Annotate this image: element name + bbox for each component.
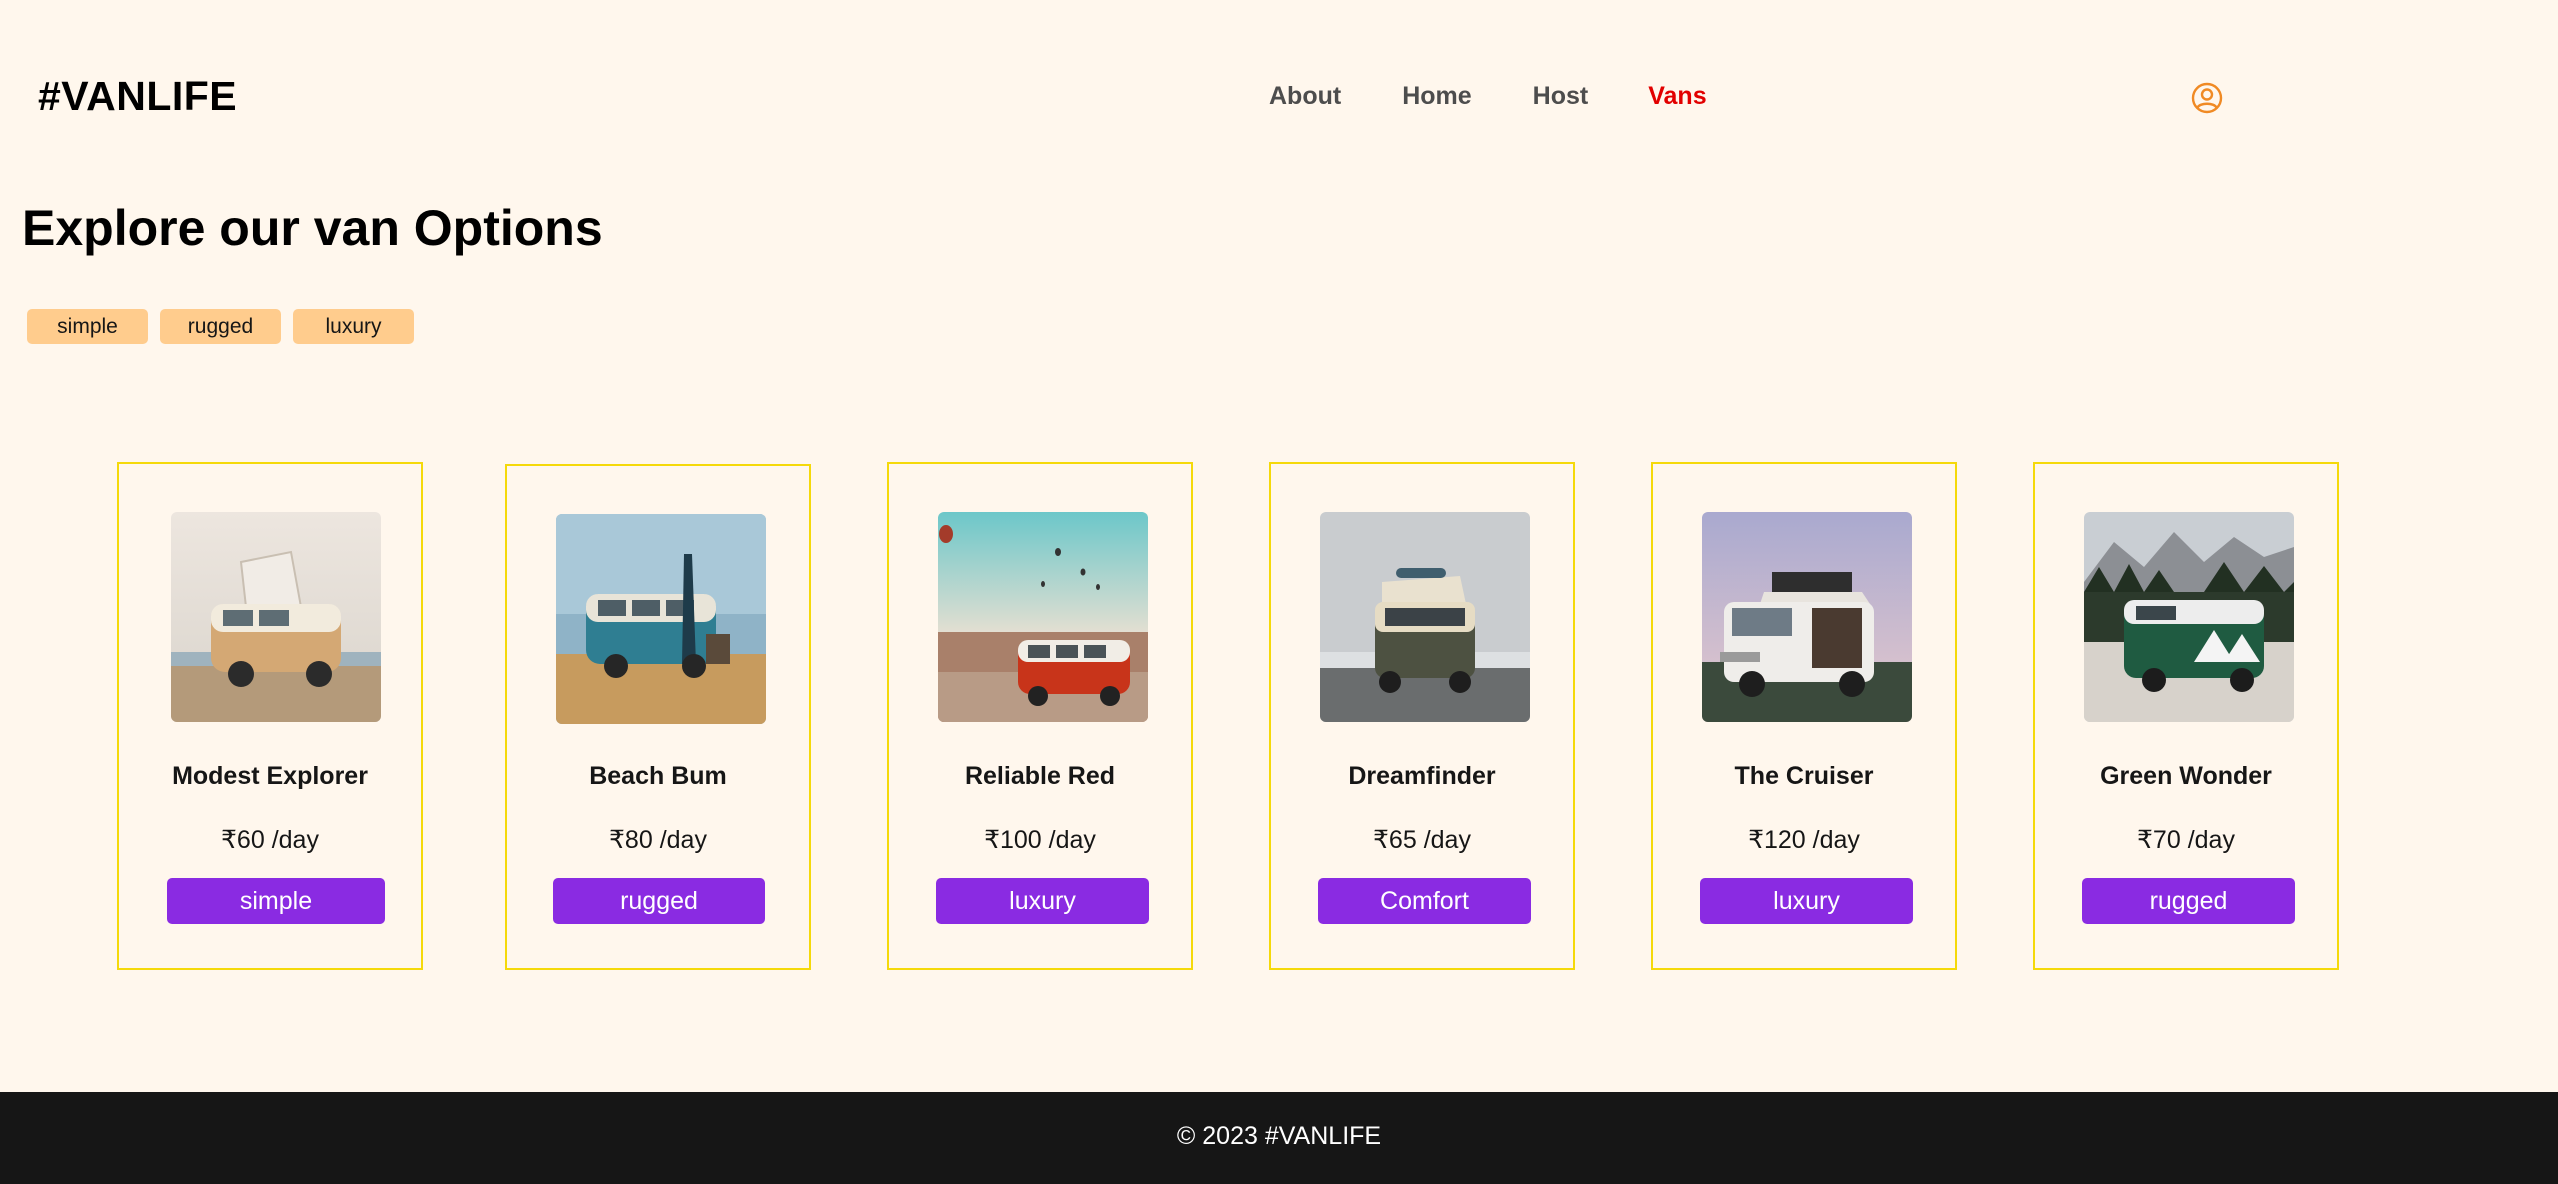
footer-copyright: © 2023 #VANLIFE <box>1176 1122 1382 1150</box>
filter-simple-button[interactable]: simple <box>27 309 148 344</box>
nav-link-vans[interactable]: Vans <box>1648 78 1706 114</box>
nav-link-about[interactable]: About <box>1269 78 1341 114</box>
van-card[interactable]: Dreamfinder ₹65 /day Comfort <box>1269 462 1575 970</box>
type-filters: simple rugged luxury <box>27 309 414 344</box>
van-price: ₹60 /day <box>221 826 319 854</box>
van-price: ₹100 /day <box>984 826 1096 854</box>
van-type-rugged-button[interactable]: rugged <box>2082 878 2295 924</box>
filter-rugged-button[interactable]: rugged <box>160 309 281 344</box>
van-type-luxury-button[interactable]: luxury <box>936 878 1149 924</box>
van-type-rugged-button[interactable]: rugged <box>553 878 765 924</box>
site-header: #VANLIFE About Home Host Vans <box>0 0 2558 195</box>
site-logo[interactable]: #VANLIFE <box>38 72 237 120</box>
van-name[interactable]: Green Wonder <box>2035 760 2337 792</box>
van-photo[interactable] <box>938 512 1148 722</box>
page-title: Explore our van Options <box>22 200 603 256</box>
van-price: ₹80 /day <box>609 826 707 854</box>
van-card[interactable]: Beach Bum ₹80 /day rugged <box>505 464 811 970</box>
van-card[interactable]: Green Wonder ₹70 /day rugged <box>2033 462 2339 970</box>
van-type-comfort-button[interactable]: Comfort <box>1318 878 1531 924</box>
van-photo[interactable] <box>2084 512 2294 722</box>
filter-luxury-button[interactable]: luxury <box>293 309 414 344</box>
van-card[interactable]: Modest Explorer ₹60 /day simple <box>117 462 423 970</box>
van-type-simple-button[interactable]: simple <box>167 878 385 924</box>
site-footer: © 2023 #VANLIFE <box>0 1092 2558 1184</box>
van-name[interactable]: The Cruiser <box>1653 760 1955 792</box>
van-price: ₹120 /day <box>1748 826 1860 854</box>
van-card[interactable]: The Cruiser ₹120 /day luxury <box>1651 462 1957 970</box>
van-type-luxury-button[interactable]: luxury <box>1700 878 1913 924</box>
nav-link-host[interactable]: Host <box>1533 78 1589 114</box>
van-name[interactable]: Modest Explorer <box>119 760 421 792</box>
van-card[interactable]: Reliable Red ₹100 /day luxury <box>887 462 1193 970</box>
main-nav: About Home Host Vans <box>1269 78 1707 114</box>
van-photo[interactable] <box>556 514 766 724</box>
user-circle-icon[interactable] <box>2191 82 2223 114</box>
van-name[interactable]: Dreamfinder <box>1271 760 1573 792</box>
van-photo[interactable] <box>1702 512 1912 722</box>
van-name[interactable]: Beach Bum <box>507 760 809 792</box>
van-name[interactable]: Reliable Red <box>889 760 1191 792</box>
van-photo[interactable] <box>171 512 381 722</box>
van-price: ₹65 /day <box>1373 826 1471 854</box>
van-price: ₹70 /day <box>2137 826 2235 854</box>
van-photo[interactable] <box>1320 512 1530 722</box>
nav-link-home[interactable]: Home <box>1402 78 1471 114</box>
